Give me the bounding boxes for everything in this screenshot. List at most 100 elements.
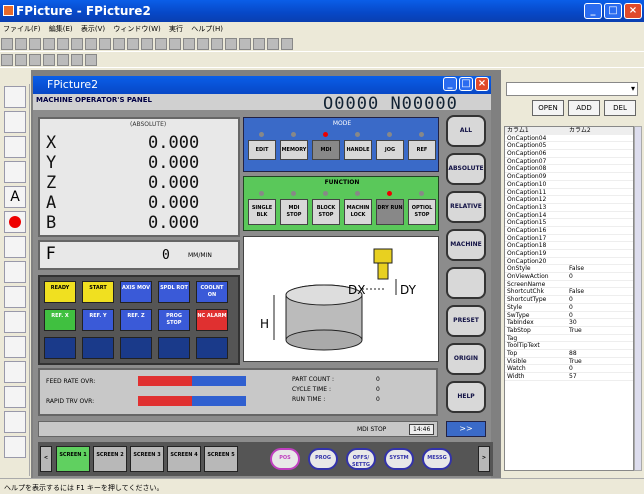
tool-chart-icon[interactable] bbox=[4, 136, 26, 158]
tool-switch-icon[interactable] bbox=[4, 286, 26, 308]
dry-run-button[interactable]: DRY RUN bbox=[376, 199, 404, 225]
property-row[interactable]: TabStop True bbox=[505, 327, 633, 335]
property-row[interactable]: ScreenName bbox=[505, 281, 633, 289]
property-row[interactable]: OnStyle False bbox=[505, 265, 633, 274]
screen-2-button[interactable]: SCREEN 2 bbox=[93, 446, 127, 472]
property-row[interactable]: OnCaption14 bbox=[505, 212, 633, 220]
property-row[interactable]: OnCaption19 bbox=[505, 250, 633, 258]
maximize-button[interactable]: □ bbox=[604, 3, 622, 19]
text-icon[interactable] bbox=[85, 54, 97, 66]
paste-icon[interactable] bbox=[113, 38, 125, 50]
screen-5-button[interactable]: SCREEN 5 bbox=[204, 446, 238, 472]
all-button[interactable]: ALL bbox=[446, 115, 486, 147]
del-button[interactable]: DEL bbox=[604, 100, 636, 116]
tool-timer-icon[interactable] bbox=[4, 336, 26, 358]
same-width-icon[interactable] bbox=[197, 38, 209, 50]
prev-screen-button[interactable]: < bbox=[40, 446, 52, 472]
screen-1-button[interactable]: SCREEN 1 bbox=[56, 446, 90, 472]
redo-icon[interactable] bbox=[71, 38, 83, 50]
pos-softkey[interactable]: POS bbox=[270, 448, 300, 470]
fill-icon[interactable] bbox=[71, 54, 83, 66]
property-row[interactable]: Style 0 bbox=[505, 304, 633, 312]
property-row[interactable]: OnCaption08 bbox=[505, 165, 633, 174]
property-row[interactable]: OnCaption07 bbox=[505, 158, 633, 166]
block-stop-button[interactable]: BLOCK STOP bbox=[312, 199, 340, 225]
menu-run[interactable]: 実行 bbox=[166, 22, 186, 34]
property-row[interactable]: ToolTipText bbox=[505, 342, 633, 350]
minimize-button[interactable]: _ bbox=[584, 3, 602, 19]
property-row[interactable]: TabIndex 30 bbox=[505, 319, 633, 327]
ellipse-icon[interactable] bbox=[43, 54, 55, 66]
new-icon[interactable] bbox=[1, 38, 13, 50]
tool-slider-icon[interactable] bbox=[4, 311, 26, 333]
property-row[interactable]: Visible True bbox=[505, 358, 633, 366]
tool-gear-icon[interactable] bbox=[4, 111, 26, 133]
form-minimize-button[interactable]: _ bbox=[443, 77, 457, 91]
property-row[interactable]: SwType 0 bbox=[505, 312, 633, 320]
add-button[interactable]: ADD bbox=[568, 100, 600, 116]
property-row[interactable]: OnCaption18 bbox=[505, 242, 633, 250]
property-row[interactable]: OnCaption10 bbox=[505, 181, 633, 189]
menu-help[interactable]: ヘルプ(H) bbox=[188, 22, 226, 34]
property-row[interactable]: ShortcutType 0 bbox=[505, 296, 633, 304]
blank-button[interactable] bbox=[446, 267, 486, 299]
menu-file[interactable]: ファイル(F) bbox=[0, 22, 44, 34]
origin-button[interactable]: ORIGIN bbox=[446, 343, 486, 375]
feed-rate-ovr-bar[interactable] bbox=[138, 376, 246, 386]
property-row[interactable]: Width 57 bbox=[505, 373, 633, 381]
absolute-button[interactable]: ABSOLUTE bbox=[446, 153, 486, 185]
property-row[interactable]: OnCaption15 bbox=[505, 219, 633, 227]
property-row[interactable]: Top 88 bbox=[505, 350, 633, 358]
tool-display-icon[interactable] bbox=[4, 161, 26, 183]
property-row[interactable]: OnCaption20 bbox=[505, 258, 633, 266]
align-top-icon[interactable] bbox=[169, 38, 181, 50]
mode-jog-button[interactable]: JOG bbox=[376, 140, 404, 160]
align-bottom-icon[interactable] bbox=[183, 38, 195, 50]
property-row[interactable]: OnCaption05 bbox=[505, 142, 633, 151]
messg-softkey[interactable]: MESSG bbox=[422, 448, 452, 470]
tool-meter-icon[interactable] bbox=[4, 236, 26, 258]
back-icon[interactable] bbox=[267, 38, 279, 50]
center-icon[interactable] bbox=[225, 38, 237, 50]
tool-button-icon[interactable] bbox=[4, 86, 26, 108]
mdi-stop-button[interactable]: MDI STOP bbox=[280, 199, 308, 225]
open-button[interactable]: OPEN bbox=[532, 100, 564, 116]
grid-scrollbar[interactable] bbox=[634, 126, 642, 471]
property-row[interactable]: OnCaption11 bbox=[505, 189, 633, 197]
object-dropdown[interactable]: ▾ bbox=[506, 82, 638, 96]
prog-softkey[interactable]: PROG bbox=[308, 448, 338, 470]
grid-icon[interactable] bbox=[239, 38, 251, 50]
relative-button[interactable]: RELATIVE bbox=[446, 191, 486, 223]
mode-handle-button[interactable]: HANDLE bbox=[344, 140, 372, 160]
form-maximize-button[interactable]: □ bbox=[459, 77, 473, 91]
machine-button[interactable]: MACHINE bbox=[446, 229, 486, 261]
optiol-stop-button[interactable]: OPTIOL STOP bbox=[408, 199, 436, 225]
property-grid[interactable]: カラム1 カラム2 OnCaption04 OnCaption05 OnCaption… bbox=[504, 126, 634, 471]
property-row[interactable]: OnViewAction 0 bbox=[505, 273, 633, 281]
save-icon[interactable] bbox=[15, 38, 27, 50]
screen-4-button[interactable]: SCREEN 4 bbox=[167, 446, 201, 472]
run-icon[interactable] bbox=[281, 38, 293, 50]
property-row[interactable]: OnCaption04 bbox=[505, 135, 633, 143]
close-button[interactable]: × bbox=[624, 3, 642, 19]
menu-edit[interactable]: 編集(E) bbox=[46, 22, 76, 34]
copy-icon[interactable] bbox=[99, 38, 111, 50]
help-button[interactable]: HELP bbox=[446, 381, 486, 413]
menu-window[interactable]: ウィンドウ(W) bbox=[110, 22, 163, 34]
mode-mdi-button[interactable]: MDI bbox=[312, 140, 340, 160]
tool-panel-icon[interactable] bbox=[4, 411, 26, 433]
next-screen-button[interactable]: > bbox=[478, 446, 490, 472]
offs-settg-softkey[interactable]: OFFS/ SETTG bbox=[346, 448, 376, 470]
property-row[interactable]: OnCaption09 bbox=[505, 173, 633, 181]
same-height-icon[interactable] bbox=[211, 38, 223, 50]
property-row[interactable]: OnCaption17 bbox=[505, 235, 633, 243]
property-row[interactable]: ShortcutChk False bbox=[505, 288, 633, 297]
property-row[interactable]: Tag bbox=[505, 335, 633, 343]
tool-frame-icon[interactable] bbox=[4, 436, 26, 458]
machin-lock-button[interactable]: MACHIN LOCK bbox=[344, 199, 372, 225]
menu-view[interactable]: 表示(V) bbox=[78, 22, 108, 34]
property-row[interactable]: OnCaption12 bbox=[505, 196, 633, 204]
select-icon[interactable] bbox=[1, 54, 13, 66]
property-row[interactable]: OnCaption06 bbox=[505, 150, 633, 158]
property-row[interactable]: OnCaption16 bbox=[505, 227, 633, 235]
